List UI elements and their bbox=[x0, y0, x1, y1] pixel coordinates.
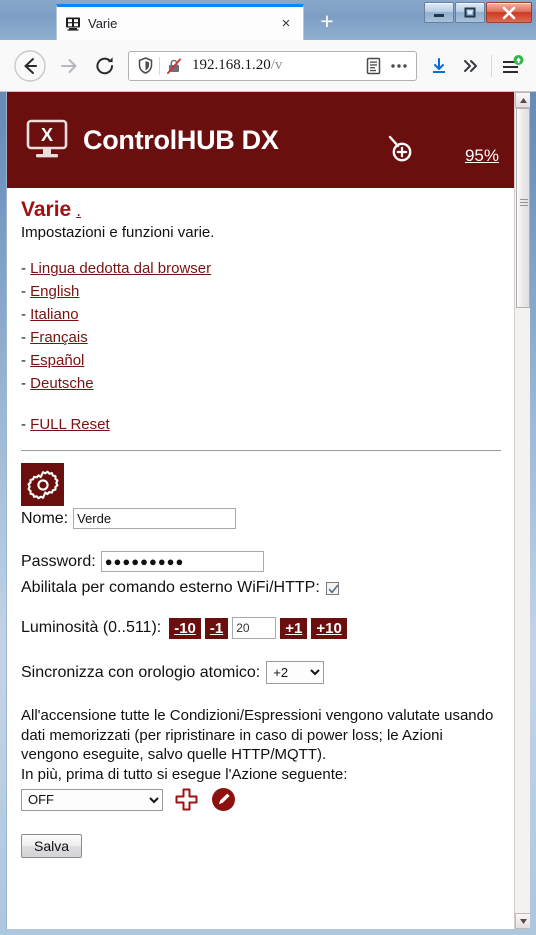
display-x-icon: X bbox=[23, 118, 71, 162]
gear-icon bbox=[21, 463, 64, 506]
language-link-english[interactable]: English bbox=[30, 283, 79, 300]
password-label: Password: bbox=[21, 552, 96, 570]
list-item: - Deutsche bbox=[21, 374, 501, 393]
page-subtitle: Impostazioni e funzioni varie. bbox=[21, 224, 215, 241]
language-link-italiano[interactable]: Italiano bbox=[30, 306, 78, 323]
full-reset-link[interactable]: FULL Reset bbox=[30, 416, 109, 433]
atomic-clock-row: Sincronizza con orologio atomico: +2 bbox=[21, 661, 501, 684]
bullet: - bbox=[21, 375, 26, 392]
plus-cross-icon[interactable] bbox=[174, 787, 199, 812]
list-item: - Español bbox=[21, 351, 501, 370]
navigation-toolbar: 192.168.1.20/v bbox=[0, 40, 536, 92]
page-title: Varie bbox=[21, 198, 72, 221]
bullet: - bbox=[21, 329, 26, 346]
url-host: 192.168.1.20 bbox=[192, 57, 271, 73]
hamburger-menu-icon[interactable] bbox=[498, 54, 528, 77]
tab-strip: Varie × + bbox=[0, 0, 536, 40]
brightness-minus-1-button[interactable]: -1 bbox=[204, 617, 229, 639]
language-link-list: - Lingua dedotta dal browser - English -… bbox=[21, 259, 501, 393]
bullet: - bbox=[21, 260, 26, 277]
page-body: Varie. Impostazioni e funzioni varie. - … bbox=[7, 188, 515, 858]
notice-paragraph-2: In più, prima di tutto si esegue l'Azion… bbox=[21, 765, 348, 783]
bullet: - bbox=[21, 352, 26, 369]
close-button[interactable] bbox=[486, 2, 532, 23]
url-path: /v bbox=[270, 57, 283, 73]
brightness-minus-10-button[interactable]: -10 bbox=[169, 617, 201, 639]
language-link-espanol[interactable]: Español bbox=[30, 352, 84, 369]
language-link-deutsche[interactable]: Deutsche bbox=[30, 375, 93, 392]
password-row: Password: bbox=[21, 551, 501, 572]
browser-window: Varie × + 192.168.1.20/v X ControlHUB DX… bbox=[0, 0, 536, 935]
name-row: Nome: bbox=[21, 508, 501, 529]
page-scrollbar[interactable] bbox=[514, 92, 530, 929]
display-favicon bbox=[65, 16, 81, 32]
divider bbox=[21, 450, 501, 451]
site-title: ControlHUB DX bbox=[83, 124, 279, 155]
brightness-plus-1-button[interactable]: +1 bbox=[280, 617, 308, 639]
notice-text: All'accensione tutte le Condizioni/Espre… bbox=[21, 706, 501, 784]
brightness-row: Luminosità (0..511): -10 -1 +1 +10 bbox=[21, 617, 501, 639]
save-button[interactable]: Salva bbox=[21, 834, 83, 858]
page-title-anchor-link[interactable]: . bbox=[76, 201, 81, 220]
language-link-browser[interactable]: Lingua dedotta dal browser bbox=[30, 260, 211, 277]
site-header: X ControlHUB DX 95% bbox=[7, 92, 515, 188]
shield-icon[interactable] bbox=[133, 57, 157, 74]
ellipsis-icon[interactable] bbox=[386, 63, 412, 69]
page-title-row: Varie. bbox=[21, 198, 501, 222]
startup-action-row: OFF bbox=[21, 787, 501, 812]
scroll-up-arrow-icon[interactable] bbox=[515, 92, 530, 108]
reader-mode-icon[interactable] bbox=[360, 57, 386, 75]
atomic-clock-label: Sincronizza con orologio atomico: bbox=[21, 663, 261, 681]
list-item: - Italiano bbox=[21, 305, 501, 324]
bullet: - bbox=[21, 283, 26, 300]
url-bar[interactable]: 192.168.1.20/v bbox=[128, 50, 417, 81]
page-content: X ControlHUB DX 95% Varie . Impostazioni… bbox=[7, 92, 515, 929]
scroll-thumb-grip bbox=[520, 199, 528, 206]
download-arrow-icon[interactable] bbox=[425, 56, 453, 76]
password-input[interactable] bbox=[100, 551, 264, 572]
zoom-level-link[interactable]: 95% bbox=[465, 146, 499, 166]
reset-link-list: - FULL Reset bbox=[21, 415, 501, 434]
reload-button[interactable] bbox=[88, 49, 122, 83]
tab-close-icon[interactable]: × bbox=[277, 15, 295, 33]
minimize-button[interactable] bbox=[424, 2, 454, 23]
brightness-label: Luminosità (0..511): bbox=[21, 619, 162, 636]
wifi-enable-row: Abilitala per comando esterno WiFi/HTTP: bbox=[21, 579, 501, 597]
bullet: - bbox=[21, 306, 26, 323]
lock-crossed-icon[interactable] bbox=[162, 57, 186, 75]
list-item: - Lingua dedotta dal browser bbox=[21, 259, 501, 278]
page-viewport: X ControlHUB DX 95% Varie . Impostazioni… bbox=[6, 92, 530, 929]
list-item: - FULL Reset bbox=[21, 415, 501, 434]
brightness-input[interactable] bbox=[232, 617, 277, 639]
maximize-button[interactable] bbox=[455, 2, 485, 23]
tab-title: Varie bbox=[88, 16, 118, 31]
chevron-double-right-icon[interactable] bbox=[457, 57, 485, 75]
startup-action-select[interactable]: OFF bbox=[21, 788, 163, 811]
back-button[interactable] bbox=[8, 44, 52, 88]
toolbar-divider bbox=[491, 54, 492, 77]
list-item: - Français bbox=[21, 328, 501, 347]
new-tab-button[interactable]: + bbox=[312, 8, 342, 36]
timezone-select[interactable]: +2 bbox=[266, 661, 325, 684]
language-link-francais[interactable]: Français bbox=[30, 329, 88, 346]
notice-paragraph-1: All'accensione tutte le Condizioni/Espre… bbox=[21, 707, 494, 763]
forward-button bbox=[52, 49, 86, 83]
urlbar-divider bbox=[159, 56, 160, 75]
svg-text:X: X bbox=[41, 125, 53, 145]
pencil-circle-icon[interactable] bbox=[211, 787, 236, 812]
list-item: - English bbox=[21, 282, 501, 301]
window-controls bbox=[423, 2, 532, 24]
name-label: Nome: bbox=[21, 509, 69, 527]
scroll-thumb[interactable] bbox=[516, 108, 530, 308]
wifi-enable-label: Abilitala per comando esterno WiFi/HTTP: bbox=[21, 579, 320, 596]
wifi-enable-checkbox[interactable] bbox=[325, 581, 339, 595]
name-input[interactable] bbox=[73, 508, 237, 529]
zoom-in-magnifier-icon[interactable] bbox=[385, 134, 419, 166]
bullet: - bbox=[21, 416, 26, 433]
scroll-down-arrow-icon[interactable] bbox=[515, 913, 530, 929]
brightness-plus-10-button[interactable]: +10 bbox=[311, 617, 347, 639]
url-text[interactable]: 192.168.1.20/v bbox=[186, 57, 360, 74]
browser-tab[interactable]: Varie × bbox=[56, 4, 304, 40]
